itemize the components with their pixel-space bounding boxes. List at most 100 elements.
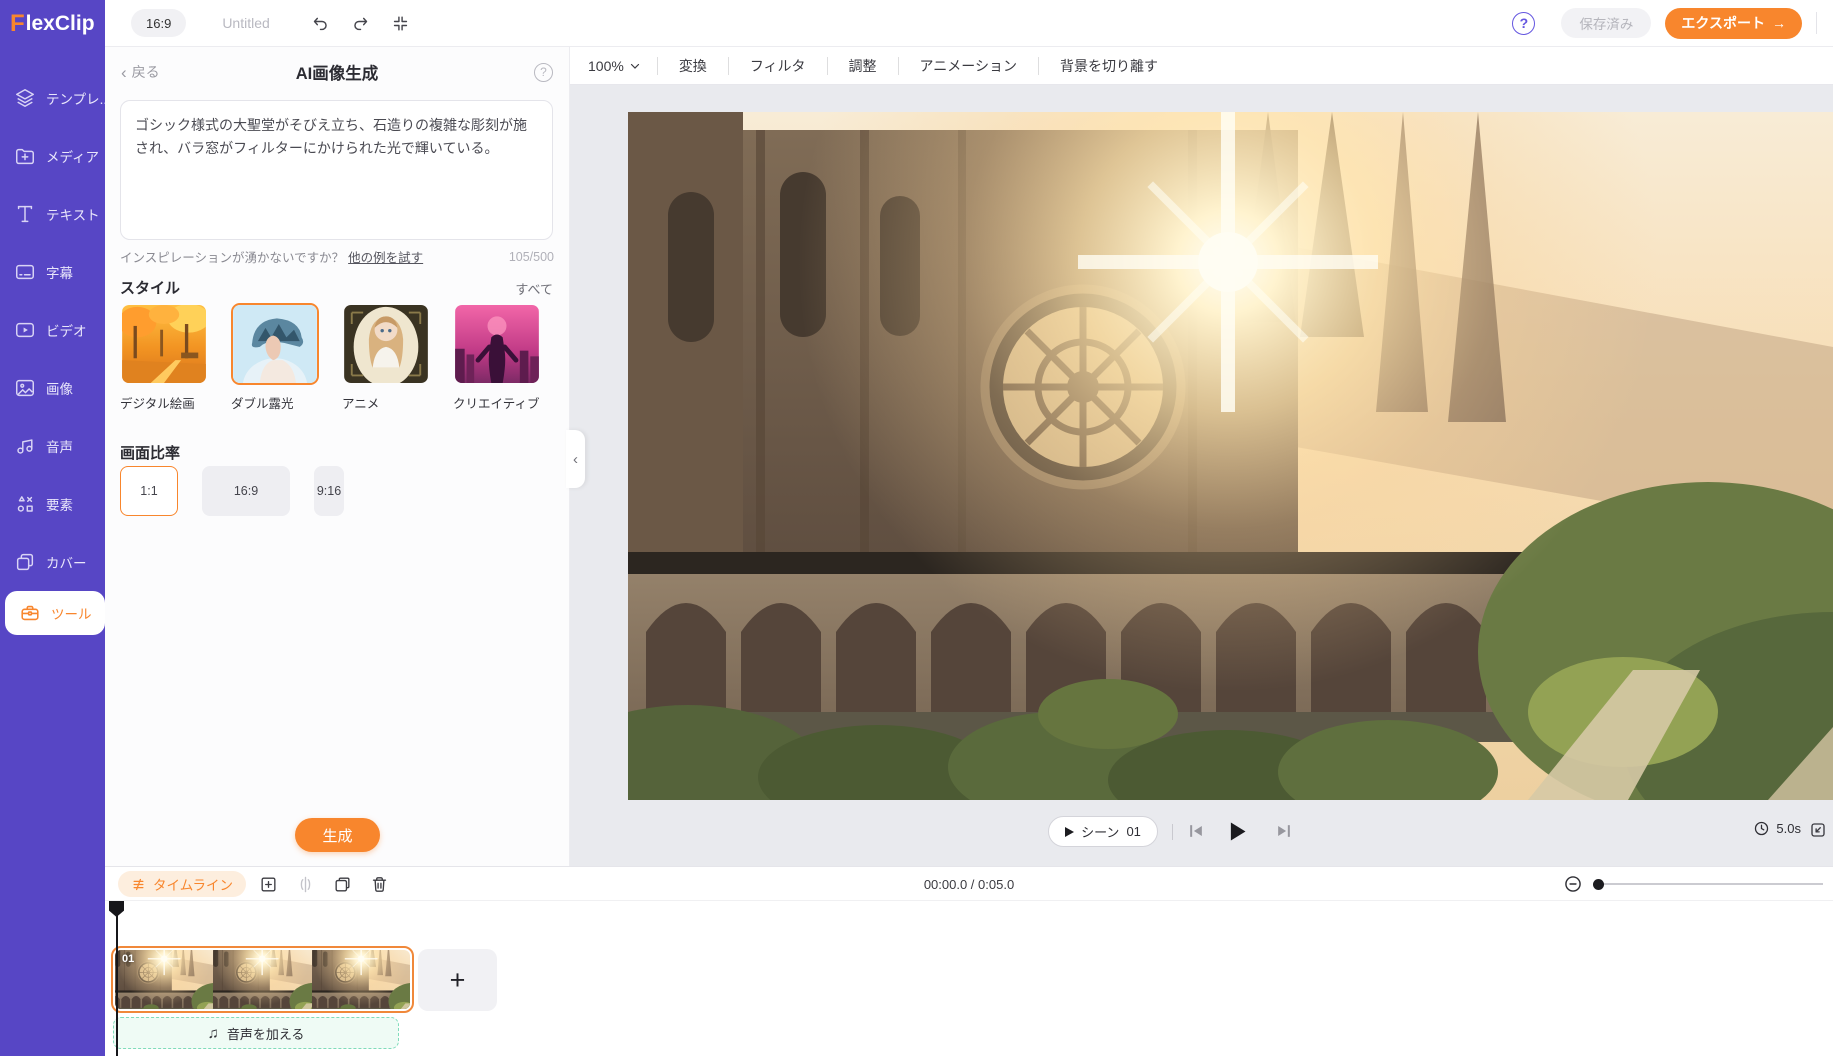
video-icon xyxy=(13,318,37,342)
add-scene-button[interactable]: + xyxy=(418,949,497,1011)
timeline-icon xyxy=(131,877,146,892)
ratio-option-1-1[interactable]: 1:1 xyxy=(120,466,178,516)
chevron-left-icon: ‹ xyxy=(121,64,127,81)
subtitles-icon xyxy=(13,260,37,284)
style-label: デジタル絵画 xyxy=(120,393,208,412)
logo-text: lexClip xyxy=(26,12,95,36)
back-button[interactable]: ‹ 戻る xyxy=(121,62,160,82)
logo-f: F xyxy=(10,10,25,38)
style-option-digital-painting[interactable]: デジタル絵画 xyxy=(120,303,208,412)
timeline-toggle[interactable]: タイムライン xyxy=(118,871,246,897)
playback-row: シーン 01 5.0s xyxy=(570,800,1833,866)
toolbox-icon xyxy=(18,601,42,625)
trash-icon[interactable] xyxy=(366,872,392,896)
zoom-value: 100% xyxy=(588,58,624,74)
cathedral-image xyxy=(628,112,1833,800)
animation-menu[interactable]: アニメーション xyxy=(899,56,1038,76)
timeline-zoom-slider[interactable] xyxy=(1595,883,1823,885)
style-thumb-double-exposure xyxy=(231,303,319,385)
sidebar-item-subtitles[interactable]: 字幕 xyxy=(0,243,105,301)
sidebar-label: 音声 xyxy=(46,436,73,456)
sidebar-label: ツール xyxy=(51,603,92,623)
duration-badge[interactable]: 5.0s xyxy=(1753,820,1801,837)
flexclip-logo[interactable]: FlexClip xyxy=(0,0,105,47)
style-thumb-anime xyxy=(342,303,430,385)
sidebar-item-elements[interactable]: 要素 xyxy=(0,475,105,533)
arrow-right-icon: → xyxy=(1772,15,1786,31)
zoom-out-icon[interactable] xyxy=(1563,874,1583,894)
add-clip-icon[interactable] xyxy=(255,872,281,896)
clip-thumb xyxy=(312,950,410,1009)
prompt-input[interactable]: ゴシック様式の大聖堂がそびえ立ち、石造りの複雑な彫刻が施され、バラ窓がフィルター… xyxy=(120,100,553,240)
zoom-select[interactable]: 100% xyxy=(588,58,657,74)
back-label: 戻る xyxy=(132,62,160,82)
flexclip-app: FlexClip テンプレ... メディア テキスト 字幕 ビデオ xyxy=(0,0,1833,1056)
redo-icon[interactable] xyxy=(344,8,378,38)
style-label: ダブル露光 xyxy=(231,393,319,412)
music-note-icon xyxy=(13,434,37,458)
saved-status: 保存済み xyxy=(1561,8,1651,38)
play-icon[interactable] xyxy=(1218,812,1254,850)
sidebar-item-video[interactable]: ビデオ xyxy=(0,301,105,359)
filter-menu[interactable]: フィルタ xyxy=(729,56,827,76)
panel-header: ‹ 戻る AI画像生成 ? xyxy=(105,47,569,97)
panel-collapse-toggle[interactable]: ‹ xyxy=(566,430,585,488)
sidebar-item-image[interactable]: 画像 xyxy=(0,359,105,417)
scene-selector[interactable]: シーン 01 xyxy=(1048,816,1158,847)
adjust-menu[interactable]: 調整 xyxy=(828,56,898,76)
sidebar-item-tools[interactable]: ツール xyxy=(5,591,105,635)
image-icon xyxy=(13,376,37,400)
sidebar-item-templates[interactable]: テンプレ... xyxy=(0,69,105,127)
add-audio-button[interactable]: ♫ 音声を加える xyxy=(113,1017,399,1049)
inspiration-row: インスピレーションが湧かないですか？ 他の例を試す 105/500 xyxy=(120,247,554,266)
duration-value: 5.0s xyxy=(1776,821,1801,836)
playhead[interactable] xyxy=(109,901,124,917)
video-canvas[interactable] xyxy=(628,112,1833,800)
ratio-option-16-9[interactable]: 16:9 xyxy=(202,466,290,516)
export-button[interactable]: エクスポート → xyxy=(1665,8,1802,39)
ai-image-panel: ‹ 戻る AI画像生成 ? ゴシック様式の大聖堂がそびえ立ち、石造りの複雑な彫刻… xyxy=(105,47,570,866)
timecode: 00:00.0 / 0:05.0 xyxy=(924,867,1014,901)
sidebar-item-media[interactable]: メディア xyxy=(0,127,105,185)
scene-clip[interactable]: 01 xyxy=(111,946,414,1013)
sidebar-label: ビデオ xyxy=(46,320,87,340)
generate-button[interactable]: 生成 xyxy=(295,818,380,852)
media-folder-icon xyxy=(13,144,37,168)
remove-background-menu[interactable]: 背景を切り離す xyxy=(1039,56,1179,76)
help-icon[interactable]: ? xyxy=(1512,12,1535,35)
transform-menu[interactable]: 変換 xyxy=(658,56,728,76)
style-option-creative[interactable]: クリエイティブ xyxy=(453,303,541,412)
undo-icon[interactable] xyxy=(304,8,338,38)
fit-screen-icon[interactable] xyxy=(1809,821,1829,841)
sidebar-label: テンプレ... xyxy=(46,88,105,108)
timeline-section: タイムライン 00:00.0 / 0:05.0 01 + ♫ 音声を xyxy=(105,866,1833,1056)
panel-help-icon[interactable]: ? xyxy=(534,63,553,82)
ratio-option-9-16[interactable]: 9:16 xyxy=(314,466,344,516)
shapes-icon xyxy=(13,492,37,516)
clip-thumbnails: 01 xyxy=(115,950,410,1009)
try-examples-link[interactable]: 他の例を試す xyxy=(348,247,423,266)
split-icon[interactable] xyxy=(292,872,318,896)
skip-start-icon[interactable] xyxy=(1178,812,1214,850)
compress-icon[interactable] xyxy=(384,8,418,38)
project-title[interactable]: Untitled xyxy=(222,15,269,31)
duplicate-icon[interactable] xyxy=(329,872,355,896)
sidebar-item-cover[interactable]: カバー xyxy=(0,533,105,591)
sidebar-item-audio[interactable]: 音声 xyxy=(0,417,105,475)
sidebar-label: 字幕 xyxy=(46,262,73,282)
slider-handle[interactable] xyxy=(1593,879,1604,890)
aspect-ratio-button[interactable]: 16:9 xyxy=(131,9,186,37)
clip-thumb xyxy=(213,950,311,1009)
style-label: クリエイティブ xyxy=(453,393,541,412)
style-thumb-digital-painting xyxy=(120,303,208,385)
skip-end-icon[interactable] xyxy=(1266,812,1302,850)
chevron-down-icon xyxy=(629,60,641,72)
sidebar-label: メディア xyxy=(46,146,99,166)
cover-icon xyxy=(13,550,37,574)
style-option-anime[interactable]: アニメ xyxy=(342,303,430,412)
export-label: エクスポート xyxy=(1681,13,1765,33)
style-all-link[interactable]: すべて xyxy=(515,279,553,298)
sidebar-item-text[interactable]: テキスト xyxy=(0,185,105,243)
style-option-double-exposure[interactable]: ダブル露光 xyxy=(231,303,319,412)
playhead-flag[interactable] xyxy=(109,901,124,917)
